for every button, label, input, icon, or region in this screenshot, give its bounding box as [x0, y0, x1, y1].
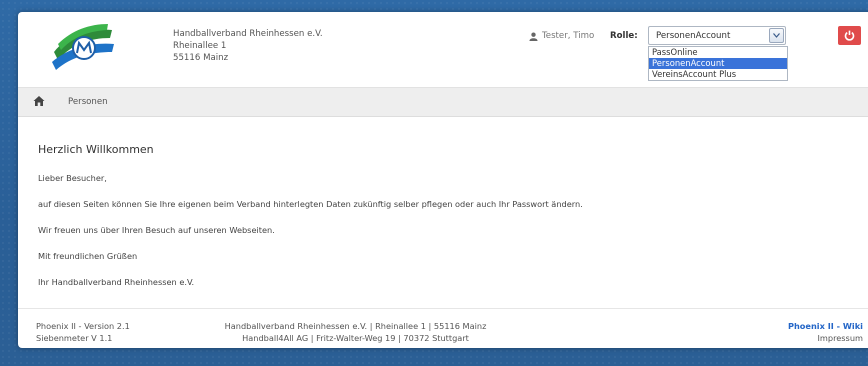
- wiki-link[interactable]: Phoenix II - Wiki: [788, 320, 863, 332]
- org-street: Rheinallee 1: [173, 41, 227, 51]
- paragraph-info: auf diesen Seiten können Sie Ihre eigene…: [38, 199, 583, 209]
- footer-address-2: Handball4All AG | Fritz-Walter-Weg 19 | …: [242, 333, 469, 343]
- logo-icon: [52, 24, 114, 70]
- user-icon: [529, 32, 538, 41]
- role-select[interactable]: PersonenAccount: [648, 26, 786, 45]
- paragraph-closing: Mit freundlichen Grüßen: [38, 251, 138, 261]
- role-dropdown: PassOnline PersonenAccount VereinsAccoun…: [648, 46, 788, 81]
- user-name: Tester, Timo: [542, 31, 595, 41]
- power-icon: [844, 30, 855, 41]
- user-info: Tester, Timo: [529, 31, 594, 41]
- role-option-personenaccount[interactable]: PersonenAccount: [649, 58, 787, 69]
- organization-address: Handballverband Rheinhessen e.V. Rheinal…: [173, 28, 323, 64]
- header: Handballverband Rheinhessen e.V. Rheinal…: [18, 12, 868, 88]
- paragraph-salutation: Lieber Besucher,: [38, 173, 107, 183]
- home-icon[interactable]: [33, 95, 45, 107]
- org-name: Handballverband Rheinhessen e.V.: [173, 29, 323, 39]
- logout-button[interactable]: [838, 26, 861, 45]
- footer-links: Phoenix II - Wiki Impressum: [788, 320, 863, 344]
- paragraph-signature: Ihr Handballverband Rheinhessen e.V.: [38, 277, 195, 287]
- role-selected-value: PersonenAccount: [656, 31, 731, 41]
- chevron-down-icon[interactable]: [769, 28, 784, 43]
- impressum-link[interactable]: Impressum: [788, 332, 863, 344]
- main-card: Handballverband Rheinhessen e.V. Rheinal…: [18, 12, 868, 348]
- footer-addresses: Handballverband Rheinhessen e.V. | Rhein…: [18, 320, 868, 344]
- org-city: 55116 Mainz: [173, 53, 229, 63]
- paragraph-thanks: Wir freuen uns über Ihren Besuch auf uns…: [38, 225, 275, 235]
- role-option-passonline[interactable]: PassOnline: [649, 47, 787, 58]
- breadcrumb: Personen: [18, 88, 868, 117]
- role-option-vereinsaccount-plus[interactable]: VereinsAccount Plus: [649, 69, 787, 80]
- footer-address-1: Handballverband Rheinhessen e.V. | Rhein…: [224, 321, 487, 331]
- nav-link-personen[interactable]: Personen: [68, 97, 108, 107]
- role-label: Rolle:: [610, 31, 638, 41]
- footer: Phoenix II - Version 2.1 Siebenmeter V 1…: [18, 308, 868, 348]
- page-title: Herzlich Willkommen: [38, 143, 154, 156]
